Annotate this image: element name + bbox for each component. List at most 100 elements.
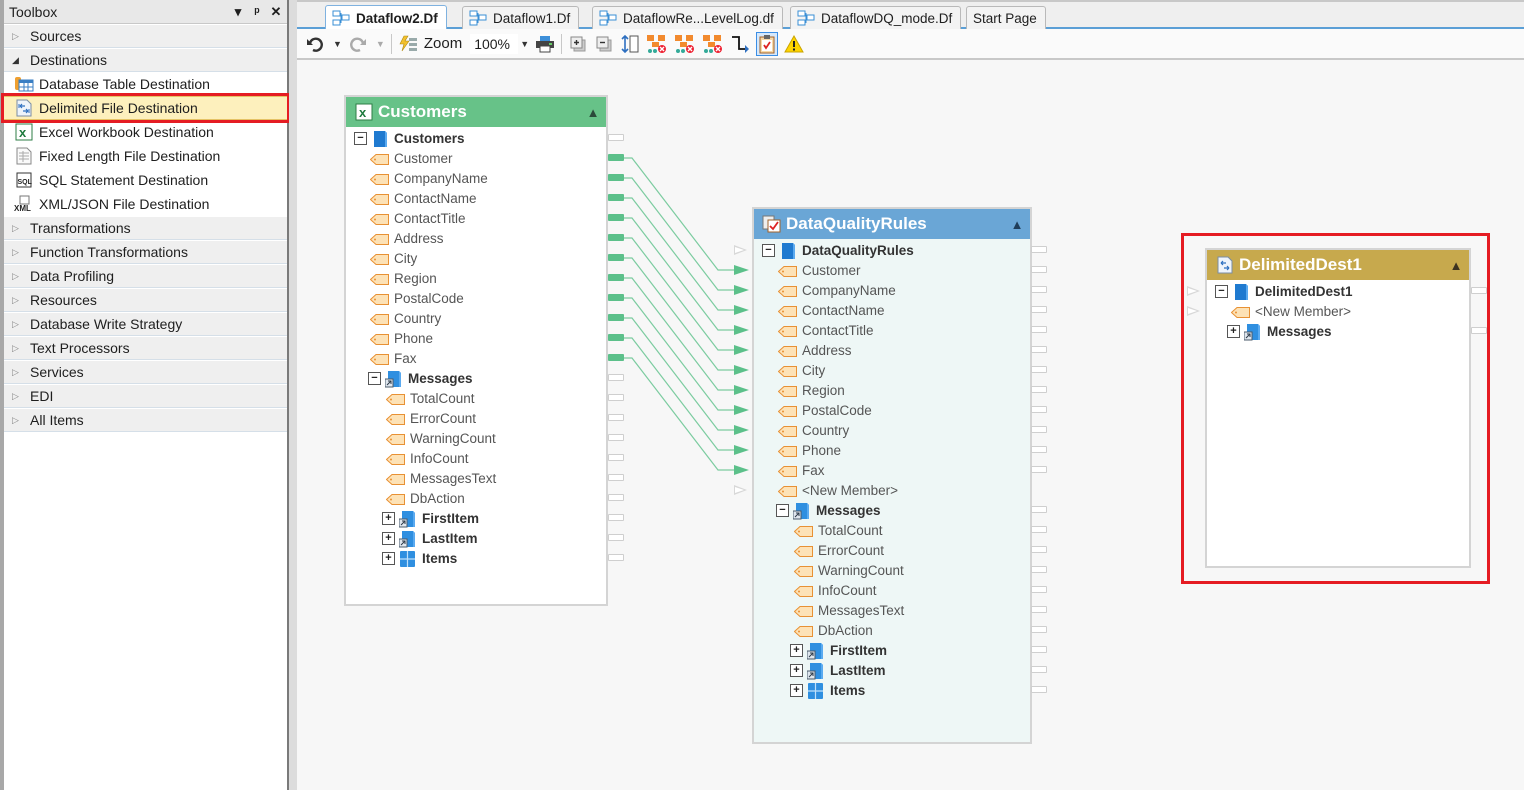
field-row[interactable]: DbAction [346, 488, 624, 508]
mapping-link[interactable] [620, 157, 736, 271]
expand-icon[interactable]: + [1227, 324, 1240, 338]
tab-start-page[interactable]: Start Page [966, 6, 1046, 29]
tree-node-messages[interactable]: − Messages [346, 368, 624, 388]
delete-links-button-2[interactable] [674, 32, 696, 56]
output-port[interactable] [608, 434, 624, 441]
pin-icon[interactable]: ᵖ [249, 4, 265, 19]
tree-node-items[interactable]: + Items [754, 680, 1047, 700]
output-port[interactable] [608, 174, 624, 181]
field-row[interactable]: City [754, 360, 1047, 380]
close-icon[interactable]: ✕ [268, 4, 284, 20]
output-port[interactable] [608, 554, 624, 561]
toolbox-category-destinations[interactable]: ◢ Destinations [4, 48, 287, 72]
collapse-icon[interactable]: − [368, 371, 381, 385]
data-quality-rules-node[interactable]: DataQualityRules ▲ − DataQualityRules Cust… [734, 207, 1047, 744]
field-row[interactable]: Customer [754, 260, 1047, 280]
output-port[interactable] [608, 334, 624, 341]
field-row[interactable]: TotalCount [346, 388, 624, 408]
zoom-input[interactable]: 100% [470, 33, 519, 54]
output-port[interactable] [608, 534, 624, 541]
output-port[interactable] [608, 454, 624, 461]
field-row[interactable]: WarningCount [754, 560, 1047, 580]
toolbox-category-resources[interactable]: ▷ Resources [4, 288, 287, 312]
field-row[interactable]: WarningCount [346, 428, 624, 448]
toolbox-item-sql-statement-destination[interactable]: SQL SQL Statement Destination [4, 168, 287, 192]
tree-node-last-item[interactable]: + LastItem [754, 660, 1047, 680]
output-port[interactable] [608, 414, 624, 421]
output-port[interactable] [608, 494, 624, 501]
fit-height-button[interactable] [620, 32, 640, 56]
output-port[interactable] [1031, 366, 1047, 373]
field-row[interactable]: MessagesText [754, 600, 1047, 620]
field-row[interactable]: DbAction [754, 620, 1047, 640]
link-connector-button[interactable] [730, 32, 750, 56]
output-port[interactable] [1031, 446, 1047, 453]
field-row[interactable]: CompanyName [754, 280, 1047, 300]
field-row[interactable]: Phone [346, 328, 624, 348]
toolbox-category-text-processors[interactable]: ▷ Text Processors [4, 336, 287, 360]
mapping-link[interactable] [620, 357, 736, 471]
node-header[interactable]: x Customers ▲ [346, 97, 606, 127]
expand-all-button[interactable] [568, 32, 588, 56]
output-port[interactable] [1031, 546, 1047, 553]
input-port[interactable] [734, 245, 747, 255]
field-row[interactable]: Country [346, 308, 624, 328]
field-row[interactable]: City [346, 248, 624, 268]
output-port[interactable] [608, 214, 624, 221]
field-row[interactable]: ErrorCount [754, 540, 1047, 560]
tree-node-last-item[interactable]: + LastItem [346, 528, 624, 548]
mapping-link[interactable] [620, 237, 736, 351]
field-row[interactable]: ContactName [754, 300, 1047, 320]
tree-node-first-item[interactable]: + FirstItem [754, 640, 1047, 660]
tree-node-first-item[interactable]: + FirstItem [346, 508, 624, 528]
new-member-row[interactable]: <New Member> [1187, 301, 1469, 321]
mapping-link[interactable] [620, 217, 736, 331]
expand-icon[interactable]: + [790, 683, 803, 697]
toolbox-category-all-items[interactable]: ▷ All Items [4, 408, 287, 432]
field-row[interactable]: MessagesText [346, 468, 624, 488]
tab-dataflow-dq-mode-df[interactable]: DataflowDQ_mode.Df [790, 6, 962, 29]
field-row[interactable]: Address [754, 340, 1047, 360]
auto-layout-button[interactable] [398, 32, 418, 56]
collapse-node-icon[interactable]: ▲ [1443, 258, 1469, 273]
tree-node-items[interactable]: + Items [346, 548, 624, 568]
output-port[interactable] [1031, 306, 1047, 313]
expand-icon[interactable]: + [382, 511, 395, 525]
output-port[interactable] [1031, 666, 1047, 673]
output-port[interactable] [608, 134, 624, 141]
redo-button[interactable] [348, 32, 368, 56]
tree-root-delimited-dest1[interactable]: − DelimitedDest1 [1187, 281, 1487, 301]
mapping-link[interactable] [620, 197, 736, 311]
input-port[interactable] [1187, 286, 1200, 296]
delimited-destination-node[interactable]: DelimitedDest1 ▲ − DelimitedDest1 <New Mem… [1187, 248, 1487, 568]
output-port[interactable] [1031, 506, 1047, 513]
field-row[interactable]: PostalCode [754, 400, 1047, 420]
toolbox-category-services[interactable]: ▷ Services [4, 360, 287, 384]
output-port[interactable] [1031, 426, 1047, 433]
field-row[interactable]: Fax [754, 460, 1047, 480]
toolbox-category-sources[interactable]: ▷ Sources [4, 24, 287, 48]
toolbox-item-xml-json-file-destination[interactable]: XML XML/JSON File Destination [4, 192, 287, 216]
output-port[interactable] [608, 474, 624, 481]
output-port[interactable] [608, 374, 624, 381]
output-port[interactable] [1031, 626, 1047, 633]
output-port[interactable] [1031, 346, 1047, 353]
toolbox-category-data-profiling[interactable]: ▷ Data Profiling [4, 264, 287, 288]
toolbox-category-transformations[interactable]: ▷ Transformations [4, 216, 287, 240]
toolbox-item-database-table-destination[interactable]: Database Table Destination [4, 72, 287, 96]
collapse-node-icon[interactable]: ▲ [1004, 217, 1030, 232]
field-row[interactable]: ContactName [346, 188, 624, 208]
collapse-icon[interactable]: − [354, 131, 367, 145]
field-row[interactable]: InfoCount [346, 448, 624, 468]
tab-dataflow2-df[interactable]: Dataflow2.Df [325, 5, 447, 30]
output-port[interactable] [1031, 386, 1047, 393]
output-port[interactable] [1031, 586, 1047, 593]
toolbox-item-excel-workbook-destination[interactable]: x Excel Workbook Destination [4, 120, 287, 144]
tree-node-messages[interactable]: − Messages [754, 500, 1047, 520]
output-port[interactable] [608, 254, 624, 261]
node-header[interactable]: DataQualityRules ▲ [754, 209, 1030, 239]
mapping-link[interactable] [620, 257, 736, 371]
zoom-dropdown-icon[interactable]: ▼ [520, 39, 529, 49]
output-port[interactable] [1031, 606, 1047, 613]
collapse-icon[interactable]: − [776, 503, 789, 517]
